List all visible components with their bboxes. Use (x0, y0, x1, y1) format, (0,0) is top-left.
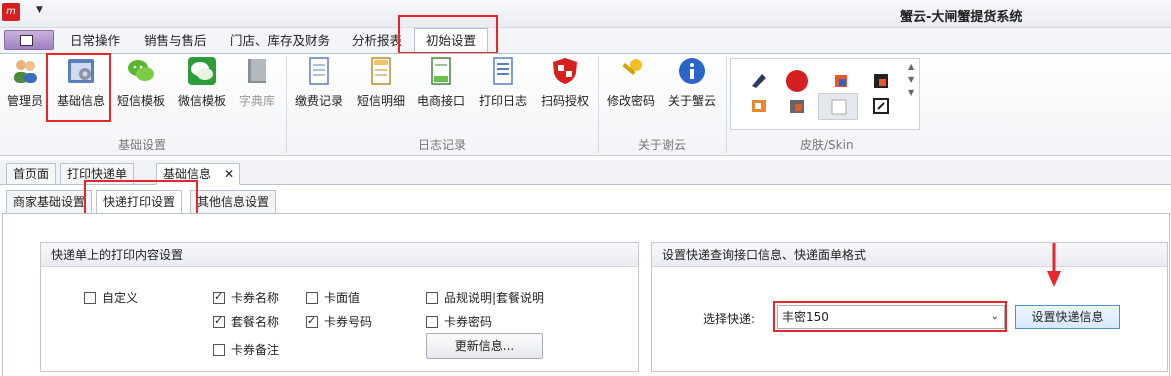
ribbon-separator (726, 56, 727, 153)
document-green-icon (431, 57, 451, 85)
tab-store-stock-finance[interactable]: 门店、库存及财务 (230, 31, 330, 51)
app-logo-icon: m (2, 3, 20, 21)
highlight-box (398, 15, 498, 54)
payment-log-button[interactable]: 缴费记录 (292, 56, 346, 109)
panel-title: 快递单上的打印内容设置 (41, 243, 638, 267)
group-label-basic: 基础设置 (118, 138, 167, 152)
checkbox-checked-icon (306, 314, 318, 328)
subtab-merchant-basic[interactable]: 商家基础设置 (6, 190, 93, 214)
update-info-button[interactable]: 更新信息... (426, 333, 543, 359)
app-menu-icon (20, 35, 33, 46)
panel-title: 设置快递查询接口信息、快递面单格式 (652, 243, 1167, 267)
about-button[interactable]: 关于蟹云 (665, 56, 719, 109)
checkbox-card-number[interactable]: 卡券号码 (306, 313, 372, 330)
quick-access-dropdown-icon[interactable]: ▼ (36, 5, 43, 15)
wechat-icon (128, 60, 154, 81)
admin-button[interactable]: 管理员 (4, 56, 46, 109)
checkbox-icon (426, 316, 438, 328)
checkbox-package-name[interactable]: 套餐名称 (213, 313, 279, 330)
change-password-button[interactable]: 修改密码 (604, 56, 658, 109)
checkbox-card-remark[interactable]: 卡券备注 (213, 341, 279, 358)
checkbox-custom[interactable]: 自定义 (84, 289, 138, 306)
close-icon[interactable]: ✕ (224, 164, 234, 184)
group-label-about: 关于谢云 (638, 138, 687, 152)
users-icon (14, 60, 37, 83)
doc-tab-label: 基础信息 (163, 167, 212, 181)
sms-detail-button[interactable]: 短信明细 (354, 56, 408, 109)
ecommerce-api-button[interactable]: 电商接口 (414, 56, 468, 109)
tab-reports[interactable]: 分析报表 (352, 31, 402, 51)
group-label-skin: 皮肤/Skin (800, 138, 854, 152)
print-log-button[interactable]: 打印日志 (476, 56, 530, 109)
skin-swatch-icon[interactable] (748, 70, 770, 92)
dictionary-button[interactable]: 字典库 (236, 56, 278, 109)
arrow-down-icon (1047, 243, 1061, 287)
checkbox-checked-icon (213, 314, 225, 328)
ribbon-separator (598, 56, 599, 153)
tab-daily-ops[interactable]: 日常操作 (70, 31, 120, 51)
skin-swatch-icon[interactable] (870, 70, 892, 92)
book-icon (248, 59, 266, 83)
checkbox-icon (84, 292, 96, 304)
doc-tab-home[interactable]: 首页面 (6, 163, 57, 185)
info-icon (679, 58, 705, 84)
document-icon (309, 57, 329, 85)
skin-swatch-icon[interactable] (786, 95, 808, 117)
highlight-box (46, 53, 111, 122)
checkbox-icon (213, 344, 225, 356)
wechat-template-button[interactable]: 微信模板 (176, 56, 228, 109)
checkbox-icon (306, 292, 318, 304)
skin-swatch-icon[interactable] (786, 70, 808, 92)
group-label-logs: 日志记录 (418, 138, 467, 152)
checkbox-card-password[interactable]: 卡券密码 (426, 313, 492, 330)
print-content-panel: 快递单上的打印内容设置 (40, 242, 639, 372)
wechat-template-icon (188, 57, 216, 85)
shield-icon (553, 58, 577, 84)
skin-swatch-icon[interactable] (748, 95, 770, 117)
document-orange-icon (371, 57, 391, 85)
subtab-other-info[interactable]: 其他信息设置 (190, 190, 277, 214)
set-express-info-button[interactable]: 设置快递信息 (1015, 305, 1120, 329)
sms-template-button[interactable]: 短信模板 (115, 56, 167, 109)
checkbox-card-name[interactable]: 卡券名称 (213, 289, 279, 306)
tab-sales[interactable]: 销售与售后 (144, 31, 207, 51)
checkbox-spec-desc[interactable]: 品规说明|套餐说明 (426, 289, 544, 306)
checkbox-card-face-value[interactable]: 卡面值 (306, 289, 360, 306)
app-menu-button[interactable] (4, 30, 54, 50)
scan-authorize-button[interactable]: 扫码授权 (538, 56, 592, 109)
checkbox-checked-icon (213, 290, 225, 304)
ribbon-separator (286, 56, 287, 153)
key-icon (622, 59, 642, 76)
list-document-icon (493, 57, 513, 85)
skin-swatch-icon[interactable] (870, 95, 892, 117)
select-express-label: 选择快递: (703, 312, 756, 326)
highlight-box (773, 301, 1007, 332)
checkbox-icon (426, 292, 438, 304)
skin-swatch-icon[interactable] (830, 70, 852, 92)
app-title: 蟹云-大闸蟹提货系统 (900, 10, 1023, 25)
gallery-scroll-icon[interactable]: ▲ ▼ ▼ (908, 60, 914, 99)
skin-swatch-selected[interactable] (818, 93, 858, 120)
